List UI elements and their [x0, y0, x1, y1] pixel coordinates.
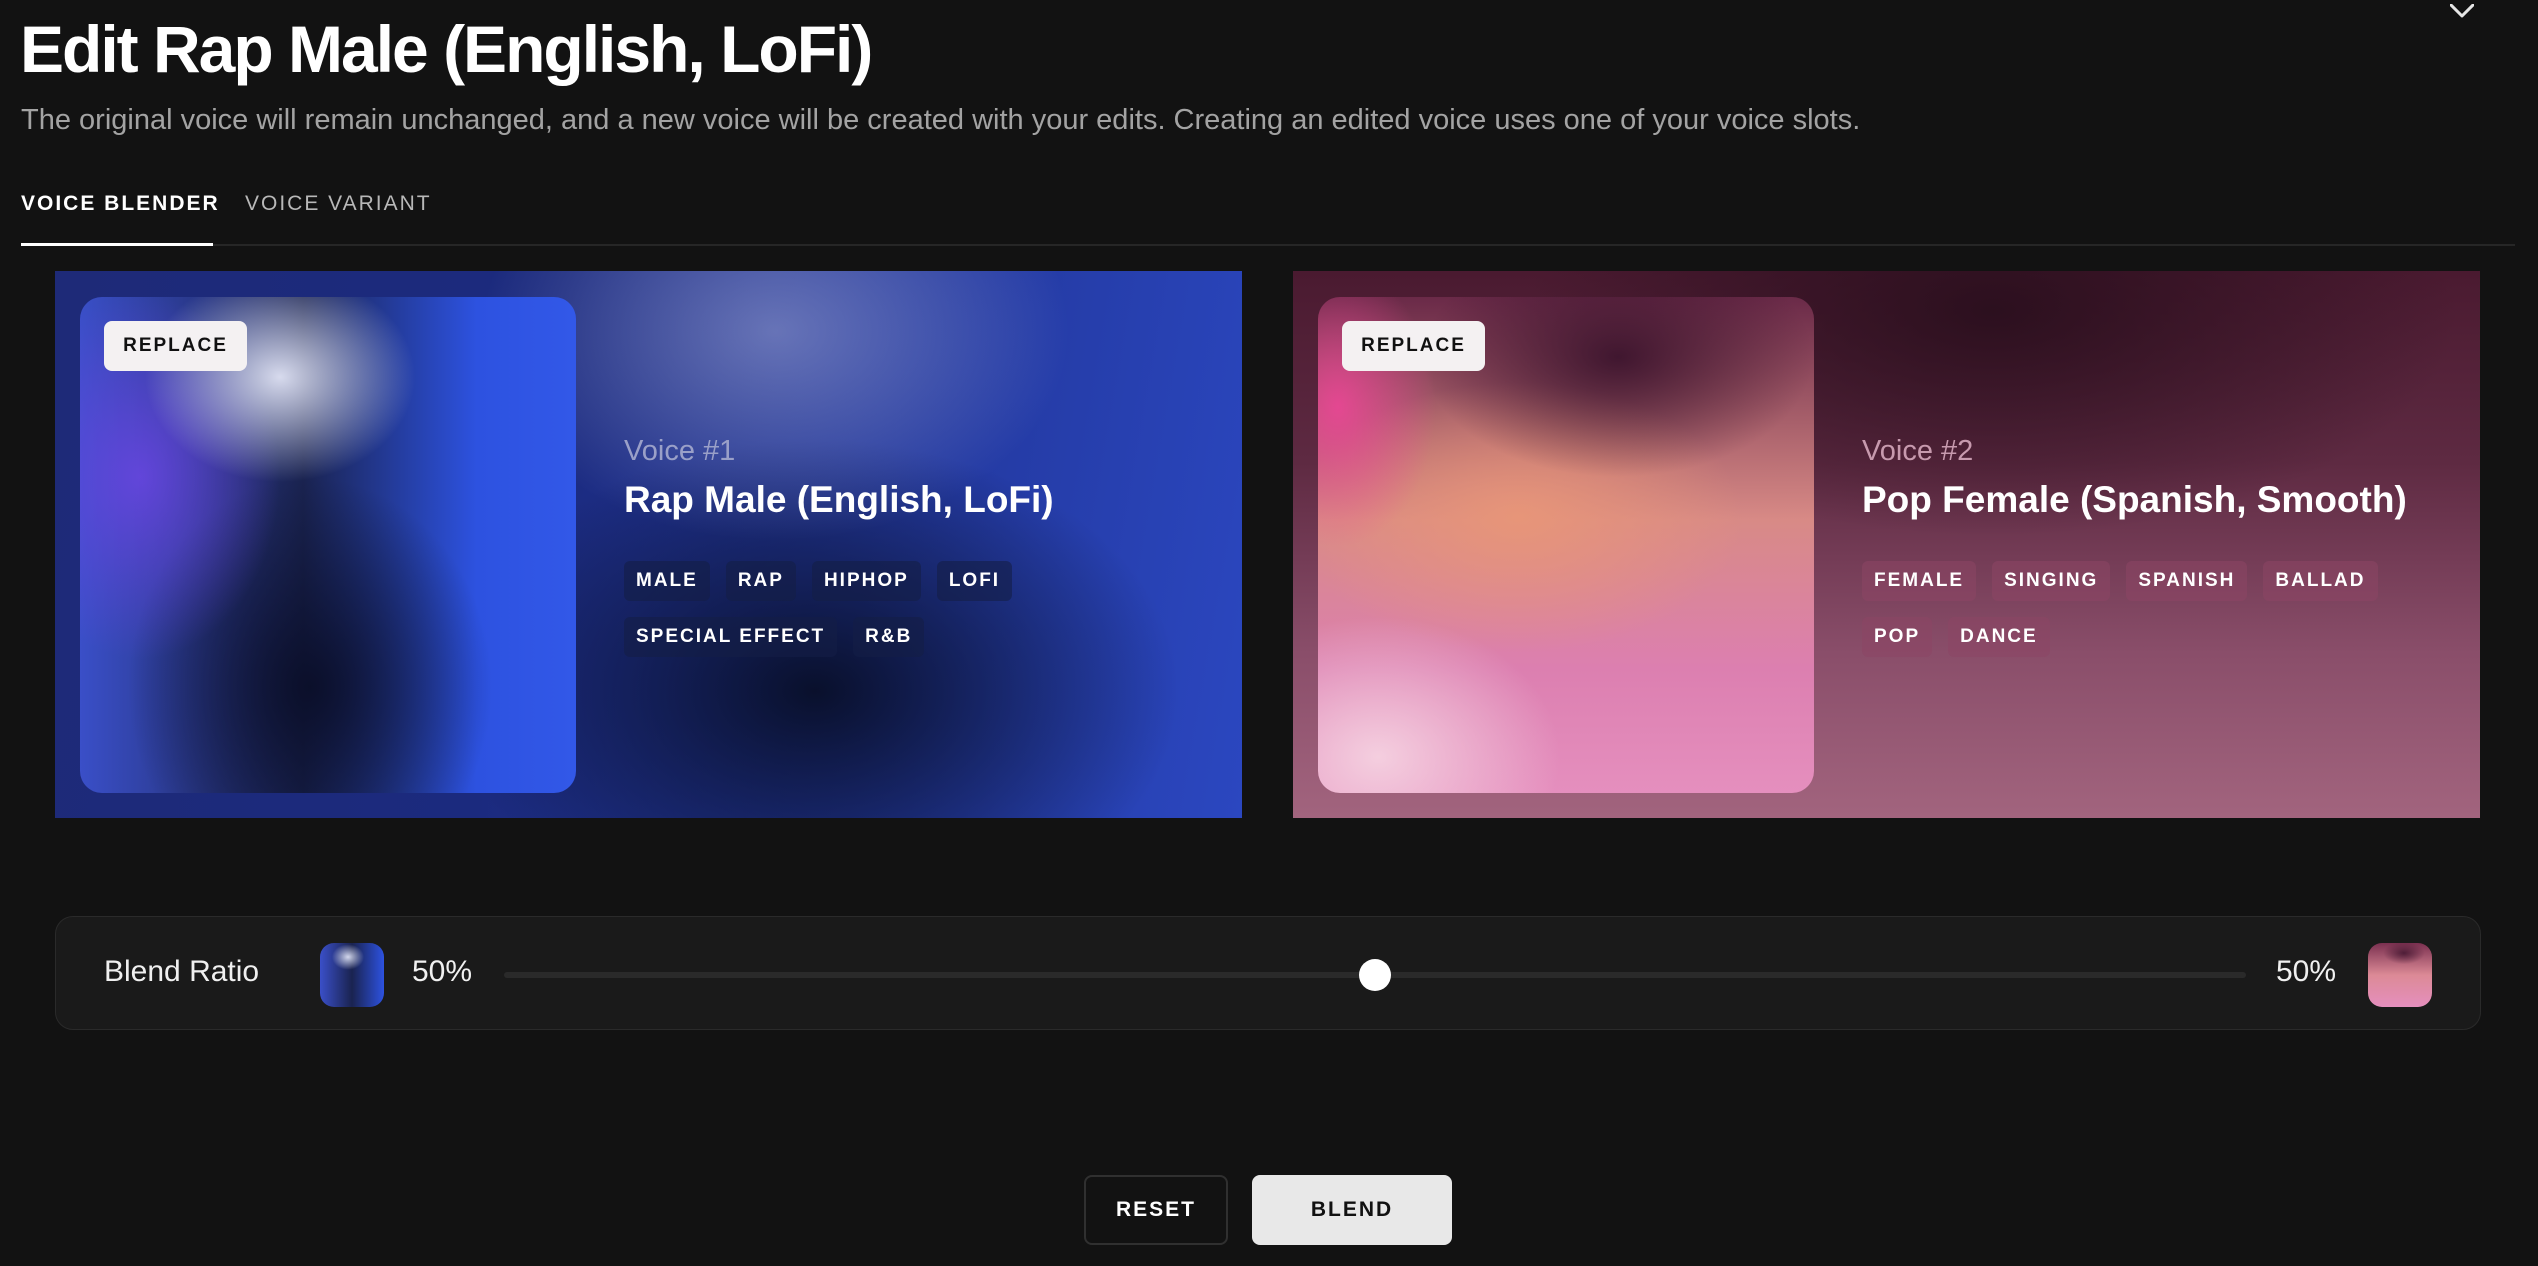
voice-2-percent: 50%	[2276, 955, 2337, 988]
voice-number-label: Voice #1	[624, 435, 736, 467]
tag: R&B	[853, 617, 925, 657]
slider-handle[interactable]	[1359, 959, 1391, 991]
blend-button[interactable]: BLEND	[1252, 1175, 1452, 1245]
voice-card-2: REPLACE Voice #2 Pop Female (Spanish, Sm…	[1293, 271, 2480, 818]
voice-artwork: REPLACE	[1318, 297, 1814, 793]
replace-button[interactable]: REPLACE	[104, 321, 247, 371]
close-icon	[2450, 4, 2474, 18]
voice-artwork: REPLACE	[80, 297, 576, 793]
tab-voice-variant[interactable]: VOICE VARIANT	[245, 178, 432, 246]
tag: RAP	[725, 561, 796, 601]
voice-card-1: REPLACE Voice #1 Rap Male (English, LoFi…	[55, 271, 1242, 818]
tag: LOFI	[936, 561, 1013, 601]
voice-2-thumbnail	[2368, 943, 2432, 1007]
blend-ratio-slider[interactable]	[504, 959, 2246, 991]
tag: POP	[1862, 617, 1933, 657]
tab-bar: VOICE BLENDER VOICE VARIANT	[21, 178, 2515, 246]
voice-1-thumbnail	[320, 943, 384, 1007]
voice-1-percent: 50%	[412, 955, 473, 988]
tag: DANCE	[1948, 617, 2050, 657]
voice-name: Pop Female (Spanish, Smooth)	[1862, 479, 2407, 520]
voice-name: Rap Male (English, LoFi)	[624, 479, 1054, 520]
tag: SPANISH	[2126, 561, 2248, 601]
voice-number-label: Voice #2	[1862, 435, 1974, 467]
reset-button[interactable]: RESET	[1084, 1175, 1228, 1245]
blend-ratio-label: Blend Ratio	[104, 955, 260, 988]
tag: SPECIAL EFFECT	[624, 617, 838, 657]
replace-button[interactable]: REPLACE	[1342, 321, 1485, 371]
tag: SINGING	[1992, 561, 2111, 601]
close-button[interactable]	[2440, 0, 2484, 18]
dialog-title: Edit Rap Male (English, LoFi)	[20, 12, 873, 86]
blend-ratio-panel: Blend Ratio 50% 50%	[55, 916, 2481, 1030]
tag: BALLAD	[2263, 561, 2378, 601]
tab-voice-blender[interactable]: VOICE BLENDER	[21, 178, 218, 246]
tag: MALE	[624, 561, 710, 601]
tag: HIPHOP	[811, 561, 921, 601]
tag-list: FEMALE SINGING SPANISH BALLAD POP DANCE	[1862, 561, 2462, 657]
dialog-subtitle: The original voice will remain unchanged…	[21, 104, 1861, 136]
tag-list: MALE RAP HIPHOP LOFI SPECIAL EFFECT R&B	[624, 561, 1224, 657]
edit-voice-dialog: Edit Rap Male (English, LoFi) The origin…	[0, 0, 2538, 1266]
tag: FEMALE	[1862, 561, 1977, 601]
